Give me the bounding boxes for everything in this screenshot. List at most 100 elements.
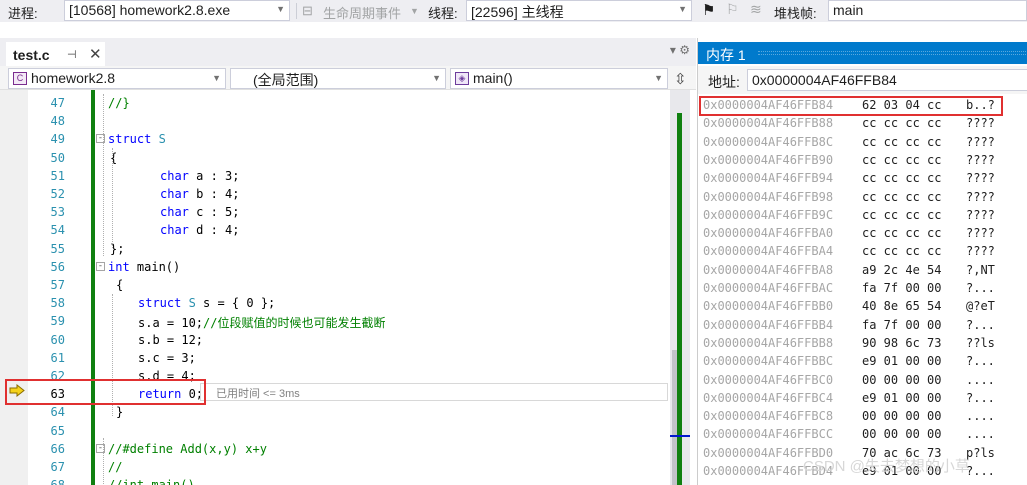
- code-line[interactable]: 50{: [0, 149, 670, 167]
- memory-row[interactable]: 0x0000004AF46FFB98 cc cc cc cc????: [698, 188, 1027, 206]
- process-select[interactable]: [10568] homework2.8.exe ▼: [64, 0, 290, 21]
- memory-row[interactable]: 0x0000004AF46FFB94 cc cc cc cc????: [698, 169, 1027, 187]
- code-token: char: [160, 168, 189, 183]
- memory-row[interactable]: 0x0000004AF46FFBC8 00 00 00 00....: [698, 407, 1027, 425]
- code-token: //: [108, 460, 123, 474]
- code-line[interactable]: 58 struct S s = { 0 };: [0, 294, 670, 312]
- code-line[interactable]: 66-//#define Add(x,y) x+y: [0, 440, 670, 458]
- scroll-change-marker: [677, 113, 682, 485]
- code-line[interactable]: 59 s.a = 10;//位段赋值的时候也可能发生截断: [0, 312, 670, 330]
- code-line[interactable]: 54 char d : 4;: [0, 221, 670, 239]
- code-line[interactable]: 53 char c : 5;: [0, 203, 670, 221]
- memory-row[interactable]: 0x0000004AF46FFBCC 00 00 00 00....: [698, 425, 1027, 443]
- memory-row[interactable]: 0x0000004AF46FFBA0 cc cc cc cc????: [698, 224, 1027, 242]
- code-token: c : 5;: [188, 205, 240, 220]
- code-line[interactable]: 68 //int main(): [0, 476, 670, 485]
- code-text: char d : 4;: [160, 223, 239, 237]
- code-token: //int main(): [108, 478, 195, 485]
- memory-address-bar: 地址: 0x0000004AF46FFB84: [698, 66, 1027, 94]
- function-value: main(): [473, 70, 513, 86]
- pin-icon[interactable]: ⊣: [67, 48, 77, 61]
- code-text: char c : 5;: [160, 205, 239, 219]
- memory-addr: 0x0000004AF46FFBA8: [703, 262, 834, 277]
- line-number: 58: [50, 296, 65, 311]
- memory-row[interactable]: 0x0000004AF46FFBAC fa 7f 00 00?...: [698, 279, 1027, 297]
- thread-flag-icon[interactable]: ⚐: [726, 1, 739, 18]
- code-token: s.c = 3;: [138, 350, 196, 365]
- split-editor-icon[interactable]: ⇳: [674, 70, 687, 88]
- code-token: int: [108, 259, 130, 274]
- editor-vertical-scrollbar[interactable]: [670, 90, 690, 485]
- code-text: struct S s = { 0 };: [138, 296, 275, 310]
- flag-icon[interactable]: ⚑: [702, 1, 715, 19]
- close-icon[interactable]: ✕: [89, 45, 102, 63]
- code-token: S: [158, 132, 166, 147]
- memory-bytes: cc cc cc cc: [862, 207, 942, 222]
- code-line[interactable]: 49- struct S: [0, 130, 670, 148]
- memory-chars: ????: [966, 226, 995, 241]
- code-line[interactable]: 61 s.c = 3;: [0, 349, 670, 367]
- line-number: 54: [50, 223, 65, 238]
- chevron-down-icon: ▼: [654, 73, 663, 83]
- memory-row[interactable]: 0x0000004AF46FFB8C cc cc cc cc????: [698, 133, 1027, 151]
- memory-row[interactable]: 0x0000004AF46FFBB0 40 8e 65 54 @?eT: [698, 297, 1027, 315]
- memory-row[interactable]: 0x0000004AF46FFBB8 90 98 6c 73 ??ls: [698, 334, 1027, 352]
- memory-row[interactable]: 0x0000004AF46FFBBC e9 01 00 00?...: [698, 352, 1027, 370]
- call-stack-icon[interactable]: ≋: [750, 1, 762, 18]
- memory-row[interactable]: 0x0000004AF46FFBB4 fa 7f 00 00?...: [698, 316, 1027, 334]
- memory-row[interactable]: 0x0000004AF46FFBA8 a9 2c 4e 54 ?,NT: [698, 261, 1027, 279]
- tab-test-c[interactable]: test.c ⊣ ✕: [6, 42, 105, 66]
- stackframe-select[interactable]: main: [828, 0, 1027, 21]
- lifecycle-events-button[interactable]: 生命周期事件: [323, 3, 401, 22]
- code-text: s.c = 3;: [138, 351, 196, 365]
- scope-select[interactable]: (全局范围) ▼: [230, 68, 446, 89]
- address-input[interactable]: 0x0000004AF46FFB84: [747, 69, 1027, 91]
- memory-row[interactable]: 0x0000004AF46FFBC0 00 00 00 00....: [698, 371, 1027, 389]
- memory-row[interactable]: 0x0000004AF46FFBC4 e9 01 00 00?...: [698, 389, 1027, 407]
- code-line[interactable]: 64}: [0, 403, 670, 421]
- code-line[interactable]: 67 //: [0, 458, 670, 476]
- indent-guide: [103, 94, 104, 256]
- memory-bytes: 40 8e 65 54: [862, 299, 942, 314]
- memory-row[interactable]: 0x0000004AF46FFB9C cc cc cc cc????: [698, 206, 1027, 224]
- code-line[interactable]: 48: [0, 112, 670, 130]
- code-editor[interactable]: 47//} 48 49- struct S 50{51 char a : 3; 52 char…: [0, 90, 670, 485]
- memory-window-title-bar[interactable]: 内存 1: [698, 42, 1027, 64]
- memory-chars: ????: [966, 171, 995, 186]
- code-line[interactable]: 65: [0, 422, 670, 440]
- memory-rows[interactable]: 0x0000004AF46FFB84 62 03 04 cc b..? 0x00000…: [698, 96, 1027, 485]
- code-token: //#define Add(x,y) x+y: [108, 441, 267, 456]
- code-line[interactable]: 57 {: [0, 276, 670, 294]
- debug-toolbar: 进程: [10568] homework2.8.exe ▼ ⊟ 生命周期事件 ▼…: [0, 0, 1027, 22]
- thread-select[interactable]: [22596] 主线程 ▼: [466, 0, 692, 21]
- memory-addr: 0x0000004AF46FFB94: [703, 171, 834, 186]
- memory-row[interactable]: 0x0000004AF46FFB90 cc cc cc cc????: [698, 151, 1027, 169]
- code-token: char: [160, 187, 189, 201]
- code-line[interactable]: 51 char a : 3;: [0, 167, 670, 185]
- process-label: 进程:: [8, 6, 38, 21]
- function-select[interactable]: ◈ main() ▼: [450, 68, 668, 89]
- line-number: 68: [28, 478, 65, 485]
- project-icon: C: [13, 72, 27, 85]
- memory-chars: ????: [966, 134, 995, 149]
- tab-overflow-controls[interactable]: ▾ ⚙: [670, 43, 690, 57]
- memory-row[interactable]: 0x0000004AF46FFB88 cc cc cc cc????: [698, 114, 1027, 132]
- code-line[interactable]: 55};: [0, 240, 670, 258]
- code-line[interactable]: 60 s.b = 12;: [0, 331, 670, 349]
- code-text: }: [116, 405, 123, 419]
- collapse-icon[interactable]: -: [96, 261, 105, 271]
- code-line[interactable]: 47 //}: [0, 94, 670, 112]
- line-number: 66: [50, 441, 65, 456]
- chevron-down-icon: ▼: [432, 73, 441, 83]
- memory-addr: 0x0000004AF46FFBB8: [703, 335, 834, 350]
- memory-addr: 0x0000004AF46FFB8C: [703, 134, 834, 149]
- memory-bytes: e9 01 00 00: [862, 390, 942, 405]
- code-line[interactable]: 52 char b : 4;: [0, 185, 670, 203]
- project-select[interactable]: C homework2.8 ▼: [8, 68, 226, 89]
- memory-addr: 0x0000004AF46FFBAC: [703, 281, 834, 295]
- memory-row[interactable]: 0x0000004AF46FFBA4 cc cc cc cc????: [698, 242, 1027, 260]
- line-number: 61: [50, 350, 65, 365]
- code-token: }: [116, 405, 124, 420]
- code-line[interactable]: 56 - int main(): [0, 258, 670, 276]
- elapsed-time-hint: 已用时间 <= 3ms: [216, 388, 300, 400]
